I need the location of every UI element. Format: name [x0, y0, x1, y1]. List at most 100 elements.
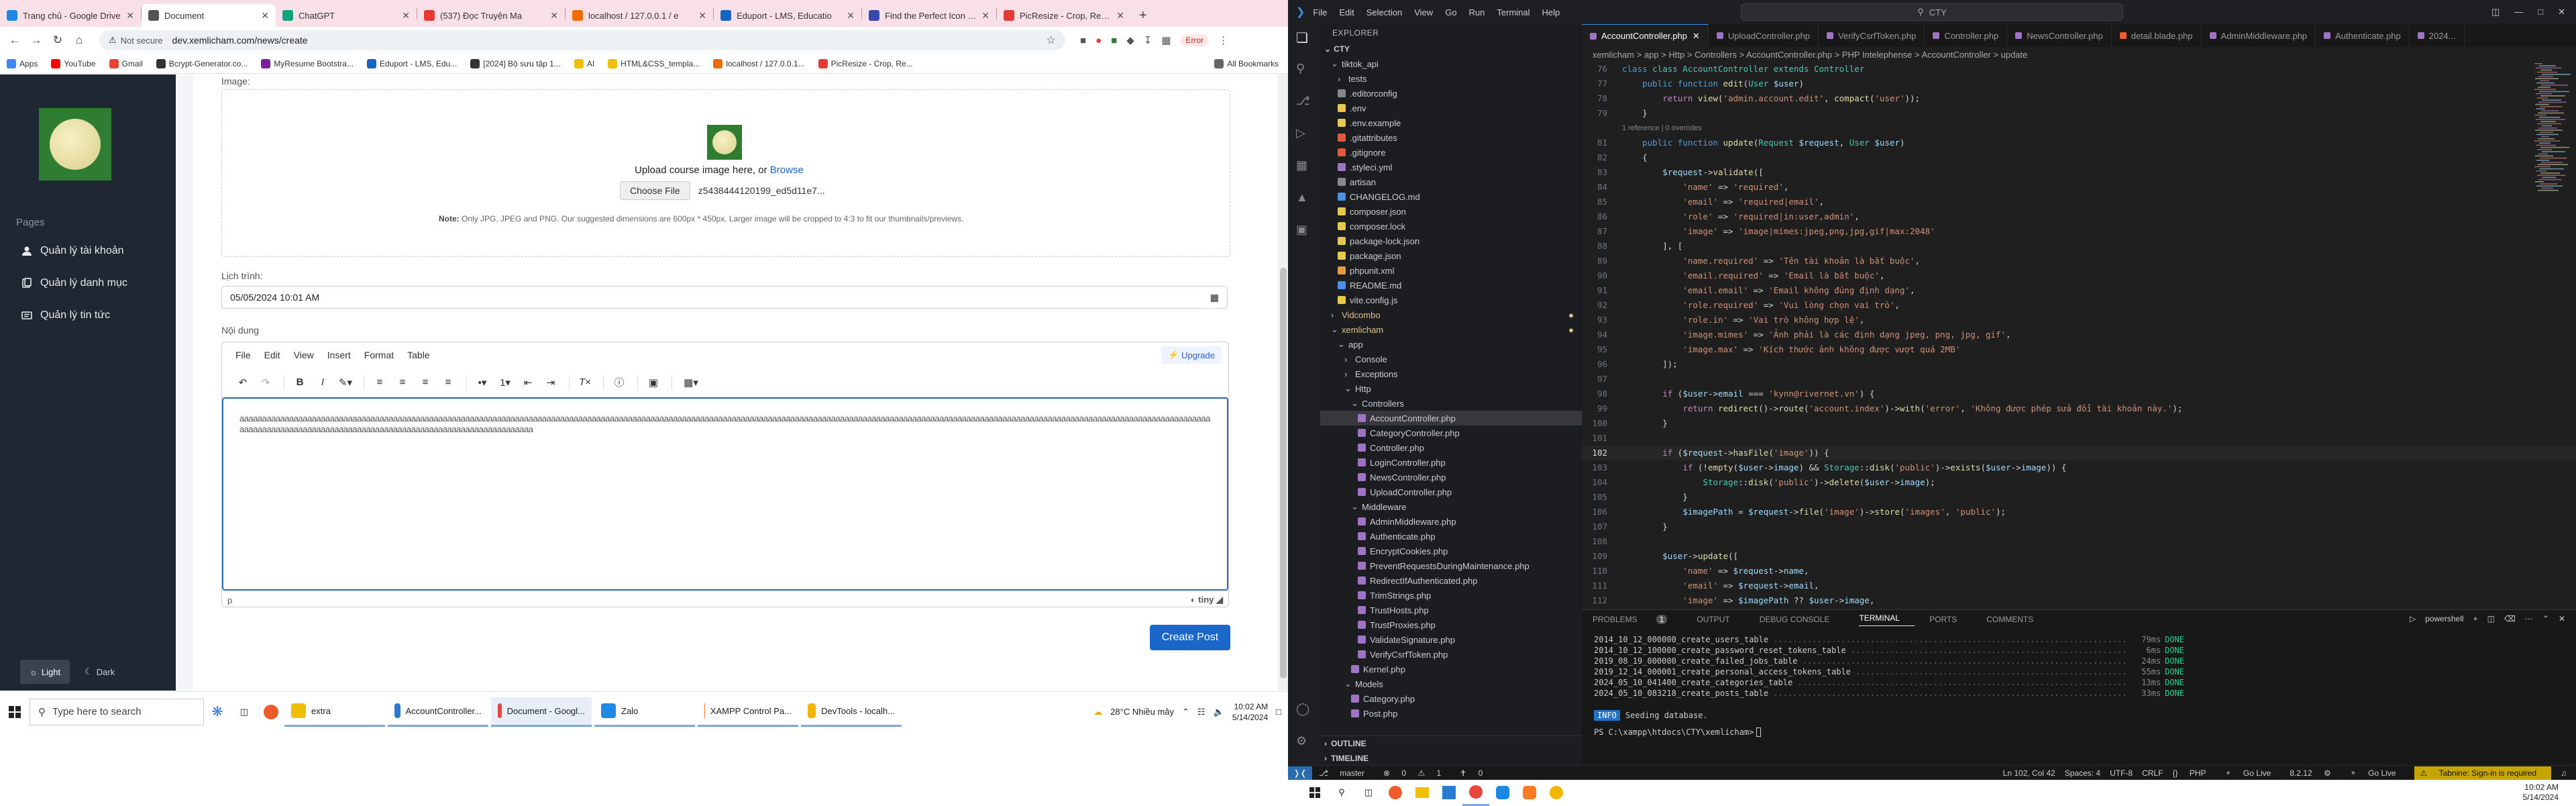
- editor-tab[interactable]: AccountController.php ✕: [1582, 24, 1709, 47]
- branch-status[interactable]: ⎇ master: [1319, 768, 1374, 778]
- workspace-root[interactable]: ⌄ CTY: [1320, 42, 1582, 56]
- browse-link[interactable]: Browse: [770, 164, 804, 176]
- highlight-icon[interactable]: ✎▾: [335, 372, 356, 393]
- image-icon[interactable]: ▣: [643, 372, 663, 393]
- close-tab-icon[interactable]: ✕: [402, 10, 410, 21]
- close-tab-icon[interactable]: ✕: [847, 10, 855, 21]
- xampp-icon[interactable]: [1516, 779, 1543, 806]
- taskbar-app[interactable]: Zalo: [594, 697, 695, 727]
- tray-chevron-icon[interactable]: ⌃: [1182, 707, 1189, 717]
- vscode-menu-run[interactable]: Run: [1469, 7, 1485, 17]
- panel-tab-comments[interactable]: COMMENTS: [1986, 615, 2048, 624]
- file-tree-file[interactable]: CHANGELOG.md: [1320, 189, 1582, 204]
- golive-status[interactable]: ⚬ Go Live: [2225, 768, 2281, 778]
- close-panel-icon[interactable]: ✕: [2559, 614, 2565, 623]
- editor-menu-table[interactable]: Table: [407, 350, 429, 360]
- taskbar-app[interactable]: XAMPP Control Pa...: [698, 697, 798, 727]
- weather-icon[interactable]: ☁: [1093, 707, 1102, 717]
- close-tab-icon[interactable]: ✕: [1116, 10, 1124, 21]
- file-tree-file[interactable]: TrimStrings.php: [1320, 588, 1582, 603]
- new-tab-icon[interactable]: +: [1131, 4, 1155, 27]
- taskbar-app[interactable]: extra: [284, 697, 385, 727]
- bookmark-item[interactable]: PicResize - Crop, Re...: [818, 58, 913, 68]
- copilot-icon[interactable]: ❋: [204, 699, 231, 725]
- menu-split-icon[interactable]: ▦: [1161, 34, 1171, 46]
- align-center-icon[interactable]: ≡: [392, 372, 413, 393]
- file-tree-file[interactable]: .editorconfig: [1320, 86, 1582, 101]
- file-tree-file[interactable]: .env.example: [1320, 115, 1582, 130]
- clock[interactable]: 10:02 AM 5/14/2024: [2523, 783, 2576, 803]
- numbered-list-icon[interactable]: 1▾: [495, 372, 515, 393]
- align-right-icon[interactable]: ≡: [415, 372, 435, 393]
- browser-tab[interactable]: Trang chủ - Google Drive ✕: [0, 4, 141, 27]
- codelens[interactable]: 1 reference | 0 overrides: [1582, 121, 2576, 136]
- folder-icon[interactable]: [1409, 779, 1436, 806]
- editor-content-area[interactable]: aaaaaaaaaaaaaaaaaaaaaaaaaaaaaaaaaaaaaaaa…: [222, 397, 1228, 591]
- windows-start-icon[interactable]: [1, 699, 28, 725]
- align-left-icon[interactable]: ≡: [370, 372, 390, 393]
- schedule-datetime-input[interactable]: 05/05/2024 10:01 AM ▦: [221, 286, 1228, 309]
- file-tree-file[interactable]: NewsController.php: [1320, 470, 1582, 485]
- editor-tab[interactable]: Authenticate.php: [2316, 24, 2410, 47]
- eol-status[interactable]: CRLF: [2142, 768, 2163, 778]
- problems-status[interactable]: ⊗ 0 ⚠ 1: [1383, 768, 1450, 778]
- account-icon[interactable]: ◯: [1296, 702, 1312, 718]
- file-tree-folder[interactable]: ⌄ tiktok_api: [1320, 56, 1582, 71]
- file-tree-file[interactable]: TrustHosts.php: [1320, 603, 1582, 617]
- bookmark-item[interactable]: Gmail: [109, 58, 143, 68]
- golive-status-2[interactable]: ⚬ Go Live: [2350, 768, 2406, 778]
- sidebar-item-news[interactable]: Quản lý tin tức: [21, 309, 110, 321]
- testing-icon[interactable]: ▲: [1296, 191, 1312, 207]
- vscode-menu-view[interactable]: View: [1414, 7, 1433, 17]
- vscode-menu-edit[interactable]: Edit: [1339, 7, 1354, 17]
- resize-handle-icon[interactable]: ◢: [1216, 595, 1223, 605]
- editor-tab[interactable]: NewsController.php: [2007, 24, 2112, 47]
- close-icon[interactable]: ✕: [2558, 7, 2565, 17]
- italic-icon[interactable]: I: [313, 372, 333, 393]
- maximize-icon[interactable]: □: [2538, 7, 2543, 17]
- extension-icon[interactable]: ●: [1095, 35, 1102, 46]
- taskbar-app[interactable]: AccountController...: [388, 697, 488, 727]
- file-tree-folder[interactable]: › Vidcombo ●: [1320, 307, 1582, 322]
- browser-tab[interactable]: Document ✕: [142, 4, 276, 27]
- add-terminal-icon[interactable]: +: [2473, 614, 2478, 623]
- file-tree-file[interactable]: Authenticate.php: [1320, 529, 1582, 544]
- browser-tab[interactable]: Find the Perfect Icon for ✕: [862, 4, 996, 27]
- file-tree-file[interactable]: AccountController.php: [1320, 411, 1582, 425]
- indent-icon[interactable]: ⇥: [541, 372, 561, 393]
- clear-format-icon[interactable]: T ×: [575, 372, 595, 393]
- editor-tab[interactable]: detail.blade.php: [2112, 24, 2202, 47]
- extension-icon[interactable]: ■: [1080, 35, 1086, 46]
- php-version-status[interactable]: 8.2.12 ⚙: [2290, 768, 2340, 778]
- file-tree-folder[interactable]: ⌄ app: [1320, 337, 1582, 352]
- file-tree-folder[interactable]: ⌄ Middleware: [1320, 499, 1582, 514]
- file-tree-file[interactable]: Post.php: [1320, 706, 1582, 721]
- extension-icon[interactable]: ■: [1111, 35, 1117, 46]
- table-icon[interactable]: ▦▾: [678, 372, 704, 393]
- panel-tab-problems[interactable]: PROBLEMS 1: [1593, 615, 1682, 624]
- task-view-icon[interactable]: ◫: [231, 699, 258, 725]
- tiny-logo[interactable]: ◐ tiny ◢: [1191, 595, 1223, 605]
- layout-icon[interactable]: ◫: [2491, 7, 2500, 17]
- reload-icon[interactable]: ↻: [47, 30, 68, 51]
- vscode-menu-selection[interactable]: Selection: [1366, 7, 1402, 17]
- editor-text[interactable]: aaaaaaaaaaaaaaaaaaaaaaaaaaaaaaaaaaaaaaaa…: [239, 413, 1212, 435]
- language-status[interactable]: {} PHP: [2172, 768, 2215, 778]
- file-tree-folder[interactable]: › Console: [1320, 352, 1582, 366]
- theme-dark-button[interactable]: ☾ Dark: [75, 660, 124, 684]
- chrome-devtools-icon[interactable]: [1543, 779, 1570, 806]
- notification-icon[interactable]: □: [1276, 707, 1281, 717]
- browser-tab[interactable]: Eduport - LMS, Educatio ✕: [714, 4, 861, 27]
- app-icon[interactable]: [1382, 779, 1409, 806]
- file-tree-file[interactable]: phpunit.xml: [1320, 263, 1582, 278]
- chrome-icon[interactable]: [1462, 779, 1489, 806]
- editor-menu-file[interactable]: File: [235, 350, 251, 360]
- vscode-menu-help[interactable]: Help: [1542, 7, 1560, 17]
- editor-tab[interactable]: VerifyCsrfToken.php: [1819, 24, 1925, 47]
- file-tree-file[interactable]: AdminMiddleware.php: [1320, 514, 1582, 529]
- search-icon[interactable]: ⚲: [1296, 62, 1312, 78]
- vscode-menu-file[interactable]: File: [1313, 7, 1327, 17]
- file-tree-folder[interactable]: ⌄ Models: [1320, 676, 1582, 691]
- close-tab-icon[interactable]: ✕: [261, 10, 269, 21]
- site-logo[interactable]: [39, 108, 111, 181]
